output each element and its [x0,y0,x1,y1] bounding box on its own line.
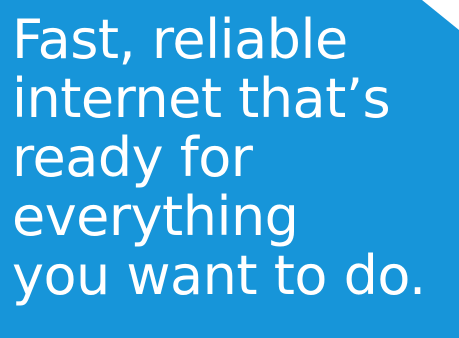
headline-line-5: you want to do. [12,244,426,307]
headline-line-1: Fast, reliable [12,8,348,71]
headline: Fast, reliable internet that’s ready for… [12,10,458,305]
headline-line-3: ready for [12,126,253,189]
promo-banner: Fast, reliable internet that’s ready for… [0,0,459,338]
headline-line-4: everything [12,185,299,248]
headline-line-2: internet that’s [12,67,391,130]
